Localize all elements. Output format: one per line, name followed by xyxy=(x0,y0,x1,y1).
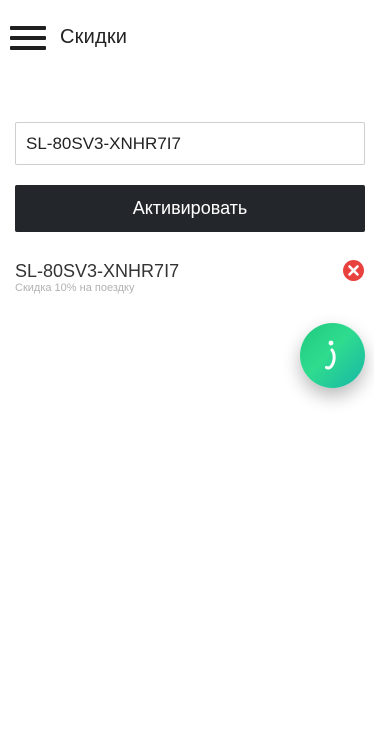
remove-promo-button[interactable] xyxy=(343,260,364,281)
chat-widget-icon xyxy=(325,340,336,370)
promo-code-input[interactable] xyxy=(15,122,365,165)
promo-list-item: SL-80SV3-XNHR7I7 Скидка 10% на поездку xyxy=(15,258,365,298)
hamburger-menu-icon[interactable] xyxy=(10,26,46,50)
close-circle-icon xyxy=(348,265,359,276)
app-header: Скидки xyxy=(0,0,374,76)
promo-description: Скидка 10% на поездку xyxy=(15,282,135,294)
page-title: Скидки xyxy=(60,26,128,48)
promo-code-label: SL-80SV3-XNHR7I7 xyxy=(15,261,180,281)
chat-widget-button[interactable] xyxy=(300,323,365,388)
activate-button[interactable]: Активировать xyxy=(15,185,365,232)
